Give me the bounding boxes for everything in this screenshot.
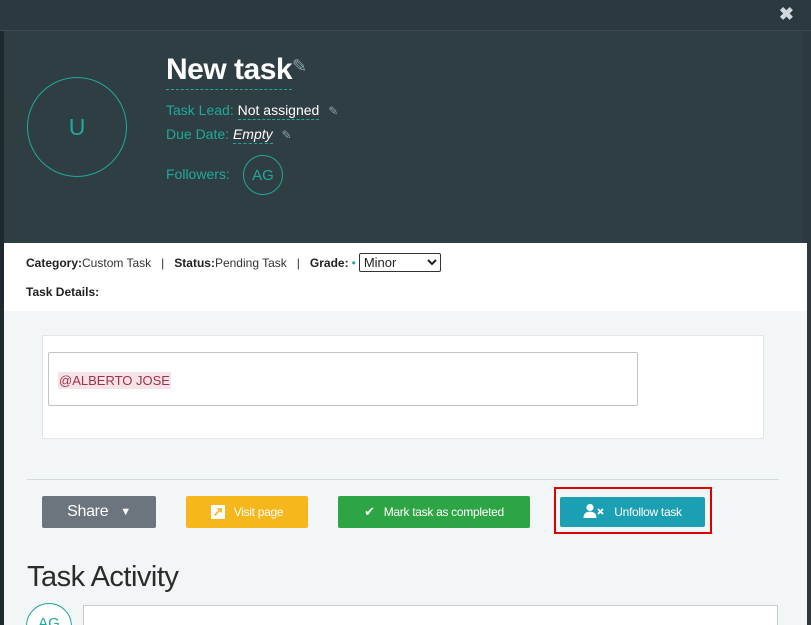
task-modal: ✖ U New task ✎ Task Lead: Not assigned ✎…	[0, 0, 811, 625]
grade-select[interactable]: Minor	[358, 253, 441, 272]
mark-completed-button[interactable]: ✔ Mark task as completed	[338, 496, 530, 528]
status-value: Pending Task	[214, 255, 287, 270]
task-details-editor[interactable]: @ALBERTO JOSE	[48, 352, 638, 406]
double-check-icon: ✔	[364, 504, 375, 519]
task-details-box: @ALBERTO JOSE	[42, 335, 764, 439]
grade-label: Grade:	[309, 255, 349, 270]
external-link-icon: ↗	[210, 504, 225, 519]
status-label: Status:	[174, 255, 215, 270]
comment-input[interactable]	[83, 605, 778, 625]
followers-row: Followers:	[166, 166, 230, 182]
category-label: Category:	[26, 255, 83, 270]
task-lead-value[interactable]: Not assigned	[237, 102, 320, 120]
right-edge	[803, 31, 811, 243]
share-label: Share	[67, 503, 109, 520]
visit-page-label: Visit page	[233, 505, 284, 519]
due-date-value[interactable]: Empty	[232, 126, 273, 144]
mark-completed-label: Mark task as completed	[383, 505, 504, 519]
task-header: U New task ✎ Task Lead: Not assigned ✎ D…	[4, 31, 803, 243]
due-date-label: Due Date:	[166, 126, 230, 142]
grade-dot-icon: •	[351, 255, 356, 270]
edit-due-date-pencil-icon[interactable]: ✎	[282, 128, 292, 142]
unfollow-task-label: Unfollow task	[614, 505, 682, 519]
task-info-bar: Category: Custom Task | Status: Pending …	[4, 243, 807, 311]
task-activity-title: Task Activity	[27, 561, 179, 593]
followers-label: Followers:	[166, 166, 230, 182]
task-meta-line: Category: Custom Task | Status: Pending …	[26, 253, 441, 272]
user-remove-icon	[583, 503, 605, 522]
modal-topbar: ✖	[0, 0, 811, 31]
task-lead-row: Task Lead: Not assigned ✎	[166, 102, 338, 120]
edit-title-pencil-icon[interactable]: ✎	[292, 56, 307, 77]
unfollow-task-button[interactable]: Unfollow task	[560, 497, 705, 527]
category-value: Custom Task	[82, 255, 152, 270]
right-edge-lower	[807, 243, 811, 625]
share-button[interactable]: Share ▼	[42, 496, 156, 528]
due-date-row: Due Date: Empty ✎	[166, 126, 292, 144]
task-title[interactable]: New task	[166, 53, 293, 90]
task-content: @ALBERTO JOSE Share ▼ ↗ Visit page ✔ Mar…	[4, 311, 807, 625]
task-lead-label: Task Lead:	[166, 102, 234, 118]
close-icon[interactable]: ✖	[779, 5, 794, 23]
activity-avatar: AG	[26, 603, 72, 625]
visit-page-button[interactable]: ↗ Visit page	[186, 496, 308, 528]
user-remove-svg	[583, 503, 604, 518]
divider	[27, 479, 779, 480]
edit-task-lead-pencil-icon[interactable]: ✎	[328, 104, 338, 118]
separator: |	[296, 255, 300, 270]
caret-down-icon: ▼	[120, 506, 131, 518]
follower-avatar[interactable]: AG	[243, 155, 283, 195]
separator: |	[161, 255, 165, 270]
mention-tag[interactable]: @ALBERTO JOSE	[58, 372, 171, 389]
task-avatar: U	[27, 77, 127, 177]
task-details-label: Task Details:	[26, 285, 100, 299]
